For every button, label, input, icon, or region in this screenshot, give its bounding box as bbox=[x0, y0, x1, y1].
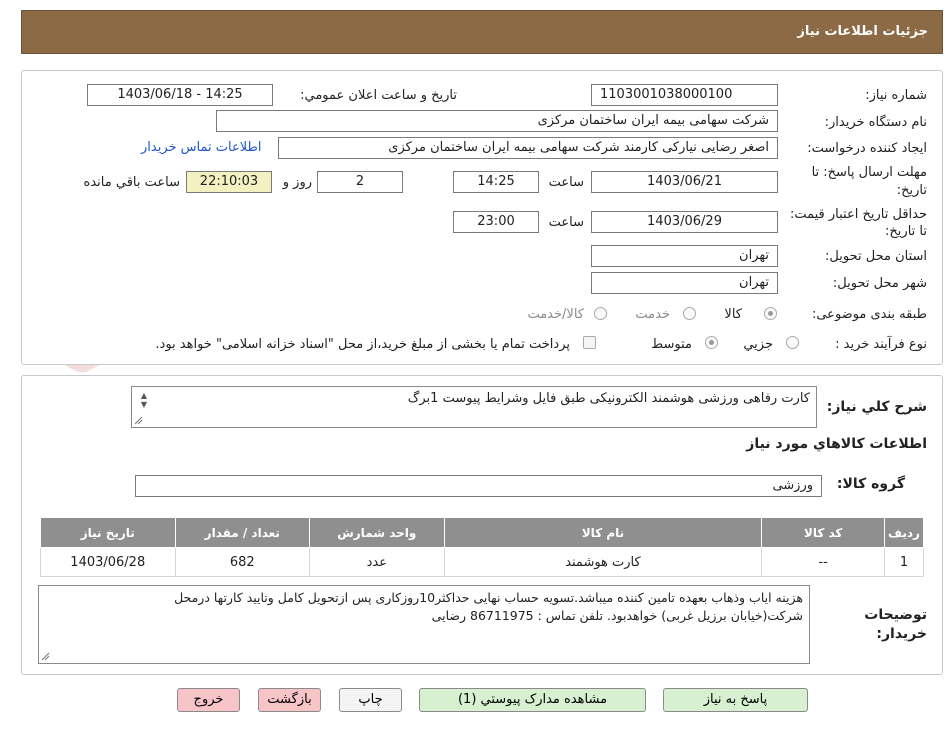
attachments-button[interactable]: مشاهده مدارک پیوستي (1) bbox=[419, 688, 646, 712]
cell-code: -- bbox=[761, 547, 885, 577]
description-resize-icon[interactable] bbox=[134, 416, 143, 425]
back-button[interactable]: بازگشت bbox=[258, 688, 321, 712]
announce-datetime-field: 1403/06/18 - 14:25 bbox=[87, 84, 273, 106]
col-name: نام کالا bbox=[443, 517, 763, 548]
buyer-notes-label: توضیحات خریدار: bbox=[864, 607, 927, 642]
goods-table-header: ردیف کد کالا نام کالا واحد شمارش تعداد /… bbox=[40, 517, 925, 548]
col-row: ردیف bbox=[883, 517, 925, 548]
reply-deadline-label: مهلت ارسال پاسخ: تا تاریخ: bbox=[811, 165, 927, 198]
treasury-note: پرداخت تمام یا بخشی از مبلغ خرید،از محل … bbox=[155, 337, 570, 352]
cell-row: 1 bbox=[883, 547, 925, 577]
cell-date: 1403/06/28 bbox=[40, 547, 176, 577]
cell-name: کارت هوشمند bbox=[443, 547, 763, 577]
category-goods-service-radio[interactable] bbox=[594, 307, 607, 320]
province-label: استان محل تحویل: bbox=[825, 249, 927, 264]
notes-resize-icon[interactable] bbox=[41, 652, 50, 661]
cell-qty: 682 bbox=[174, 547, 311, 577]
need-number-label: شماره نیاز: bbox=[865, 88, 927, 103]
goods-section-title: اطلاعات کالاهاي مورد نیاز bbox=[746, 436, 927, 452]
category-service-radio[interactable] bbox=[683, 307, 696, 320]
page-title: جزئیات اطلاعات نیاز bbox=[797, 24, 928, 39]
buyer-notes-line-1: هزینه ایاب وذهاب بعهده تامین کننده میباش… bbox=[174, 590, 803, 605]
province-field: تهران bbox=[591, 245, 778, 267]
col-date: تاریخ نیاز bbox=[40, 517, 176, 548]
category-goods-label: کالا bbox=[724, 307, 742, 322]
reply-deadline-time: 14:25 bbox=[453, 171, 539, 193]
reply-time-label: ساعت bbox=[548, 175, 584, 190]
category-goods-service-label: کالا/خدمت bbox=[527, 307, 584, 322]
buyer-notes-line-2: شرکت(خیابان برزیل غربی) خواهدبود. تلفن ت… bbox=[431, 608, 803, 623]
city-field: تهران bbox=[591, 272, 778, 294]
buyer-org-label: نام دستگاه خریدار: bbox=[824, 115, 927, 130]
buyer-notes-field[interactable]: هزینه ایاب وذهاب بعهده تامین کننده میباش… bbox=[38, 585, 810, 664]
buyer-org-field: شرکت سهامی بیمه ایران ساختمان مرکزی bbox=[216, 110, 778, 132]
reply-deadline-date: 1403/06/21 bbox=[591, 171, 778, 193]
col-unit: واحد شمارش bbox=[309, 517, 445, 548]
cell-unit: عدد bbox=[309, 547, 445, 577]
goods-group-field: ورزشی bbox=[135, 475, 822, 497]
announce-datetime-label: تاریخ و ساعت اعلان عمومي: bbox=[300, 88, 457, 103]
process-type-label: نوع فرآیند خرید : bbox=[835, 337, 927, 352]
table-row: 1 -- کارت هوشمند عدد 682 1403/06/28 bbox=[40, 547, 925, 577]
description-scroll-arrows[interactable]: ▲ ▼ bbox=[138, 391, 150, 409]
description-label: شرح کلي نیاز: bbox=[826, 399, 927, 415]
category-goods-radio[interactable] bbox=[764, 307, 777, 320]
remaining-label: ساعت باقي مانده bbox=[83, 175, 180, 190]
requester-label: ایجاد کننده درخواست: bbox=[807, 141, 927, 156]
process-minor-radio[interactable] bbox=[786, 336, 799, 349]
remaining-days: 2 bbox=[317, 171, 403, 193]
print-button[interactable]: چاپ bbox=[339, 688, 402, 712]
process-minor-label: جزیي bbox=[743, 337, 773, 352]
description-field[interactable]: کارت رفاهی ورزشی هوشمند الکترونیکی طبق ف… bbox=[131, 386, 817, 428]
exit-button[interactable]: خروج bbox=[177, 688, 240, 712]
goods-table: ردیف کد کالا نام کالا واحد شمارش تعداد /… bbox=[40, 517, 925, 577]
need-number-field: 1103001038000100 bbox=[591, 84, 778, 106]
treasury-checkbox[interactable] bbox=[583, 336, 596, 349]
goods-group-label: گروه کالا: bbox=[836, 476, 905, 492]
description-text: کارت رفاهی ورزشی هوشمند الکترونیکی طبق ف… bbox=[407, 391, 810, 406]
buyer-contact-link[interactable]: اطلاعات تماس خریدار bbox=[141, 140, 261, 155]
requester-field: اصغر رضایی نیارکی کارمند شرکت سهامی بیمه… bbox=[278, 137, 778, 159]
price-validity-label: حداقل تاریخ اعتبار قیمت: تا تاریخ: bbox=[789, 207, 927, 239]
col-qty: تعداد / مقدار bbox=[174, 517, 311, 548]
category-service-label: خدمت bbox=[635, 307, 670, 322]
price-validity-time: 23:00 bbox=[453, 211, 539, 233]
process-medium-label: متوسط bbox=[651, 337, 692, 352]
price-validity-date: 1403/06/29 bbox=[591, 211, 778, 233]
remaining-time: 22:10:03 bbox=[186, 171, 272, 193]
reply-button[interactable]: پاسخ به نیاز bbox=[663, 688, 808, 712]
price-time-label: ساعت bbox=[548, 215, 584, 230]
page-header: جزئیات اطلاعات نیاز bbox=[21, 10, 943, 54]
process-medium-radio[interactable] bbox=[705, 336, 718, 349]
col-code: کد کالا bbox=[761, 517, 885, 548]
category-label: طبقه بندی موضوعی: bbox=[811, 307, 927, 322]
city-label: شهر محل تحویل: bbox=[832, 276, 927, 291]
days-label: روز و bbox=[282, 175, 312, 190]
